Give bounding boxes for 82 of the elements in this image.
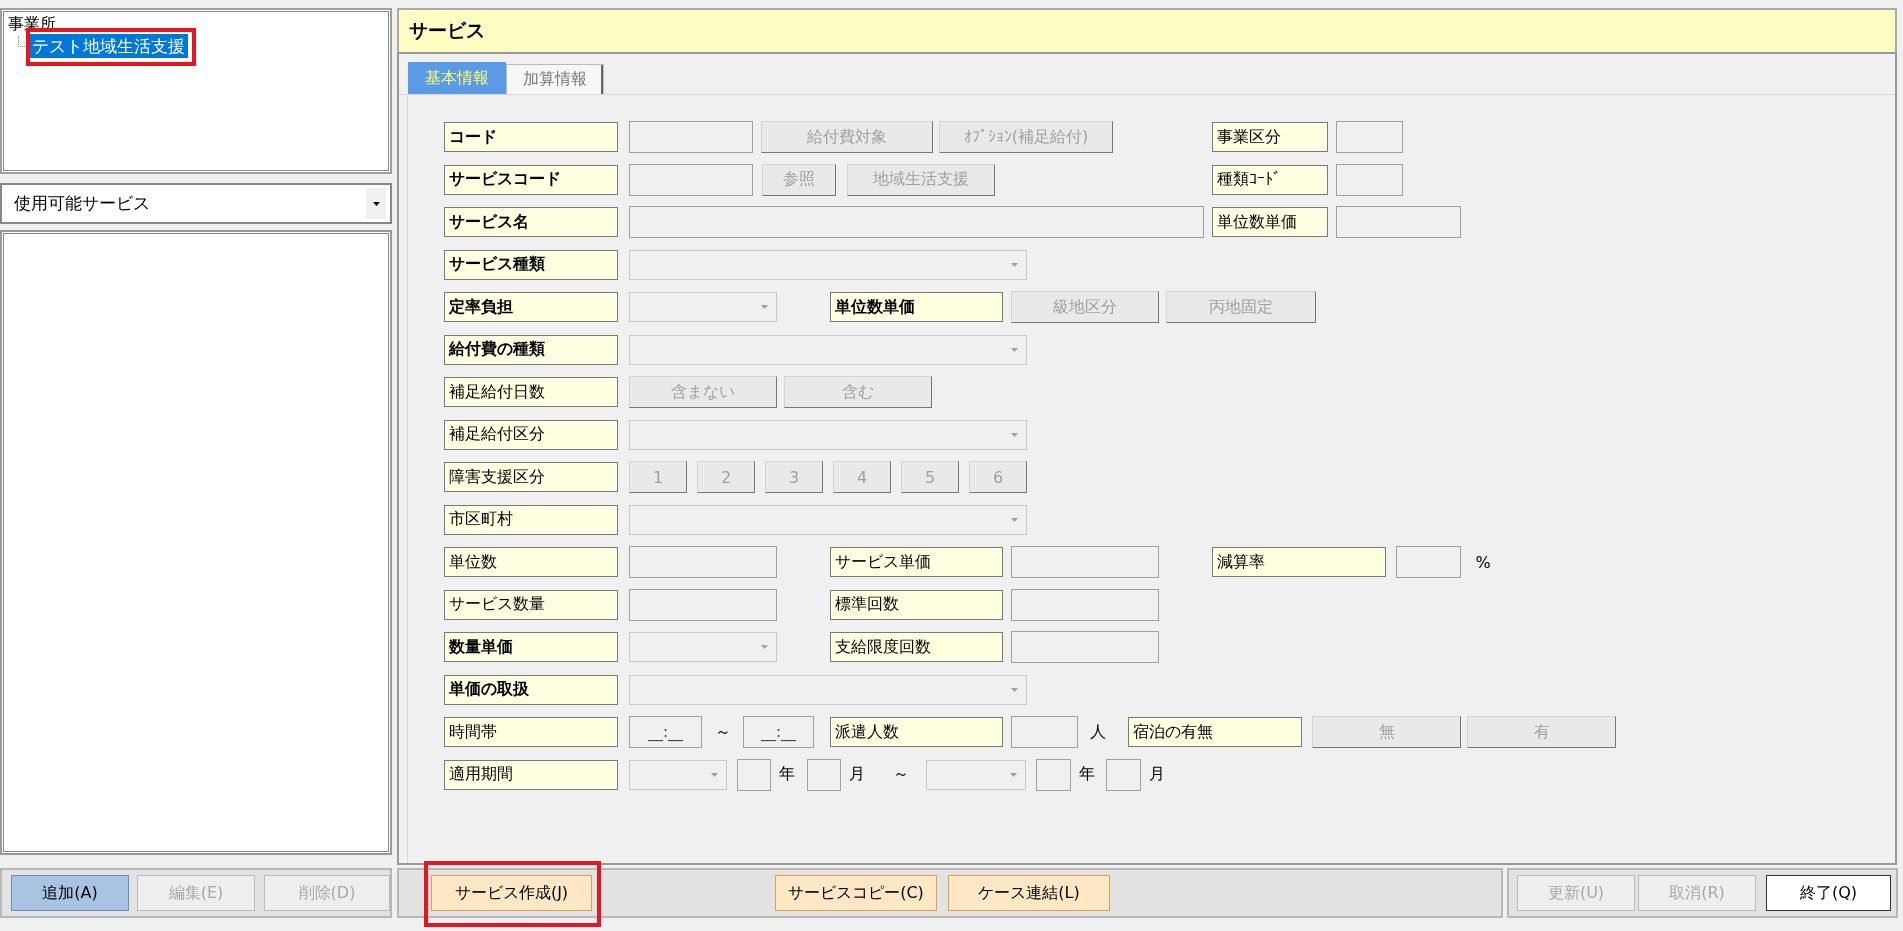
unit-text: 年 bbox=[1078, 764, 1096, 785]
service-filter-dropdown[interactable]: 使用可能サービス bbox=[0, 183, 392, 224]
input-field[interactable] bbox=[1011, 716, 1078, 748]
caret-icon bbox=[761, 305, 768, 309]
unit-text: % bbox=[1474, 552, 1492, 572]
action-button[interactable]: ケース連結(L) bbox=[948, 875, 1110, 911]
field-label: 数量単価 bbox=[444, 632, 618, 662]
caret-icon bbox=[711, 772, 718, 777]
unit-text: ～ bbox=[714, 721, 732, 743]
field-label: 障害支援区分 bbox=[444, 462, 618, 492]
input-field[interactable] bbox=[629, 546, 777, 578]
field-label: 宿泊の有無 bbox=[1128, 717, 1302, 747]
field-label: 補足給付区分 bbox=[444, 419, 618, 450]
field-label: 減算率 bbox=[1212, 547, 1386, 577]
dropdown[interactable] bbox=[629, 334, 1027, 365]
unit-text: 月 bbox=[1148, 764, 1166, 785]
field-label: サービス種類 bbox=[444, 249, 618, 280]
field-label: 市区町村 bbox=[444, 504, 618, 535]
action-button[interactable]: サービス作成(J) bbox=[431, 875, 592, 911]
tree-item[interactable]: テスト地域生活支援 bbox=[29, 34, 188, 58]
input-field[interactable] bbox=[1011, 631, 1159, 663]
action-button[interactable]: 追加(A) bbox=[11, 875, 129, 911]
input-field[interactable] bbox=[1011, 546, 1159, 578]
field-label: サービス数量 bbox=[444, 589, 618, 620]
caret-icon bbox=[761, 645, 768, 649]
input-field[interactable]: __:__ bbox=[629, 716, 702, 748]
input-field[interactable] bbox=[629, 588, 777, 621]
input-field[interactable] bbox=[629, 121, 753, 153]
input-field[interactable] bbox=[807, 758, 841, 791]
dropdown[interactable] bbox=[629, 292, 777, 322]
field-label: コード bbox=[444, 122, 618, 152]
caret-icon bbox=[1011, 262, 1018, 267]
unit-text: 人 bbox=[1089, 721, 1107, 743]
action-button[interactable]: 終了(Q) bbox=[1766, 875, 1891, 911]
input-field[interactable] bbox=[1336, 163, 1403, 196]
caret-icon bbox=[1011, 687, 1018, 692]
caret-icon bbox=[372, 201, 380, 206]
input-field[interactable] bbox=[1336, 121, 1403, 153]
dropdown[interactable] bbox=[629, 632, 777, 662]
input-field[interactable] bbox=[1396, 546, 1461, 578]
input-field[interactable] bbox=[1336, 206, 1461, 238]
field-label: サービス名 bbox=[444, 207, 618, 237]
field-label: 事業区分 bbox=[1212, 122, 1328, 152]
field-label: 単位数 bbox=[444, 547, 618, 577]
field-label: 単価の取扱 bbox=[444, 674, 618, 705]
field-label: 補足給付日数 bbox=[444, 377, 618, 407]
field-label: 支給限度回数 bbox=[830, 632, 1003, 662]
input-field[interactable]: __:__ bbox=[743, 716, 814, 748]
field-label: サービス単価 bbox=[830, 547, 1003, 577]
unit-text: 月 bbox=[848, 764, 866, 785]
caret-icon bbox=[1011, 517, 1018, 522]
field-label: サービスコード bbox=[444, 164, 618, 195]
dropdown[interactable] bbox=[926, 759, 1026, 790]
tab[interactable]: 基本情報 bbox=[408, 62, 506, 94]
caret-icon bbox=[1011, 347, 1018, 352]
input-field[interactable] bbox=[737, 758, 771, 791]
field-label: 定率負担 bbox=[444, 292, 618, 322]
dropdown[interactable] bbox=[629, 419, 1027, 450]
input-field[interactable] bbox=[1106, 758, 1141, 791]
dropdown[interactable] bbox=[629, 504, 1027, 535]
field-label: 適用期間 bbox=[444, 759, 618, 790]
input-field[interactable] bbox=[629, 163, 753, 196]
field-label: 派遣人数 bbox=[830, 717, 1003, 747]
dropdown[interactable] bbox=[629, 674, 1027, 705]
field-label: 種類ｺｰﾄﾞ bbox=[1212, 164, 1328, 195]
action-button[interactable]: サービスコピー(C) bbox=[775, 875, 937, 911]
dropdown[interactable] bbox=[629, 249, 1027, 280]
caret-icon bbox=[1011, 432, 1018, 437]
field-label: 標準回数 bbox=[830, 589, 1003, 620]
tab[interactable]: 加算情報 bbox=[506, 64, 604, 94]
panel-title: サービス bbox=[397, 8, 1897, 52]
field-label: 単位数単価 bbox=[1212, 207, 1328, 237]
field-label: 単位数単価 bbox=[830, 292, 1003, 322]
unit-text: ～ bbox=[892, 764, 910, 785]
field-label: 給付費の種類 bbox=[444, 334, 618, 365]
input-field[interactable] bbox=[1011, 588, 1159, 621]
caret-icon bbox=[1010, 772, 1017, 777]
unit-text: 年 bbox=[778, 764, 796, 785]
input-field[interactable] bbox=[1036, 758, 1071, 791]
field-label: 時間帯 bbox=[444, 717, 618, 747]
dropdown[interactable] bbox=[629, 759, 727, 790]
input-field[interactable] bbox=[629, 206, 1204, 238]
